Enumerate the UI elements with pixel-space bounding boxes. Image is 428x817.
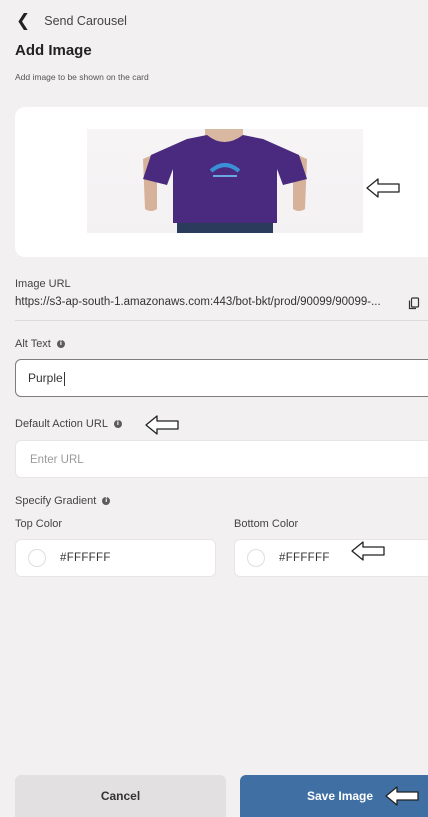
info-icon: i [56, 340, 65, 349]
image-url-label: Image URL [15, 278, 71, 290]
back-label: Send Carousel [44, 13, 127, 28]
info-icon: i [102, 497, 111, 506]
bottom-color-value: #FFFFFF [279, 552, 330, 564]
info-icon: i [113, 420, 122, 429]
hint-arrow-icon [385, 786, 419, 806]
alt-text-label: Alt Text i [15, 338, 65, 350]
bottom-color-picker[interactable]: #FFFFFF [234, 539, 428, 577]
gradient-label-text: Specify Gradient [15, 495, 97, 507]
text-cursor [63, 371, 65, 386]
gradient-label: Specify Gradient i [15, 495, 111, 507]
cancel-button[interactable]: Cancel [15, 775, 226, 817]
hint-arrow-icon [366, 178, 400, 198]
top-color-picker[interactable]: #FFFFFF [15, 539, 216, 577]
page-subtitle: Add image to be shown on the card [15, 72, 149, 82]
default-action-url-input[interactable]: Enter URL [15, 440, 428, 478]
top-color-label: Top Color [15, 518, 63, 530]
hint-arrow-icon [351, 541, 385, 561]
page-title: Add Image [15, 42, 92, 59]
back-button[interactable]: ❮ Send Carousel [16, 12, 127, 29]
color-swatch[interactable] [247, 549, 265, 567]
image-url-value: https://s3-ap-south-1.amazonaws.com:443/… [15, 296, 381, 308]
chevron-left-icon: ❮ [16, 11, 31, 30]
alt-text-value: Purple [28, 371, 63, 385]
alt-text-input[interactable]: Purple [15, 359, 428, 397]
color-swatch[interactable] [28, 549, 46, 567]
hint-arrow-icon [145, 415, 179, 435]
alt-text-label-text: Alt Text [15, 338, 51, 350]
bottom-color-label: Bottom Color [234, 518, 299, 530]
top-color-value: #FFFFFF [60, 552, 111, 564]
copy-icon[interactable] [408, 297, 420, 310]
image-preview [87, 129, 363, 233]
save-image-label: Save Image [307, 789, 374, 803]
default-action-url-label-text: Default Action URL [15, 418, 108, 430]
image-preview-card[interactable] [15, 107, 428, 257]
default-action-url-label: Default Action URL i [15, 418, 122, 430]
divider [15, 320, 428, 321]
